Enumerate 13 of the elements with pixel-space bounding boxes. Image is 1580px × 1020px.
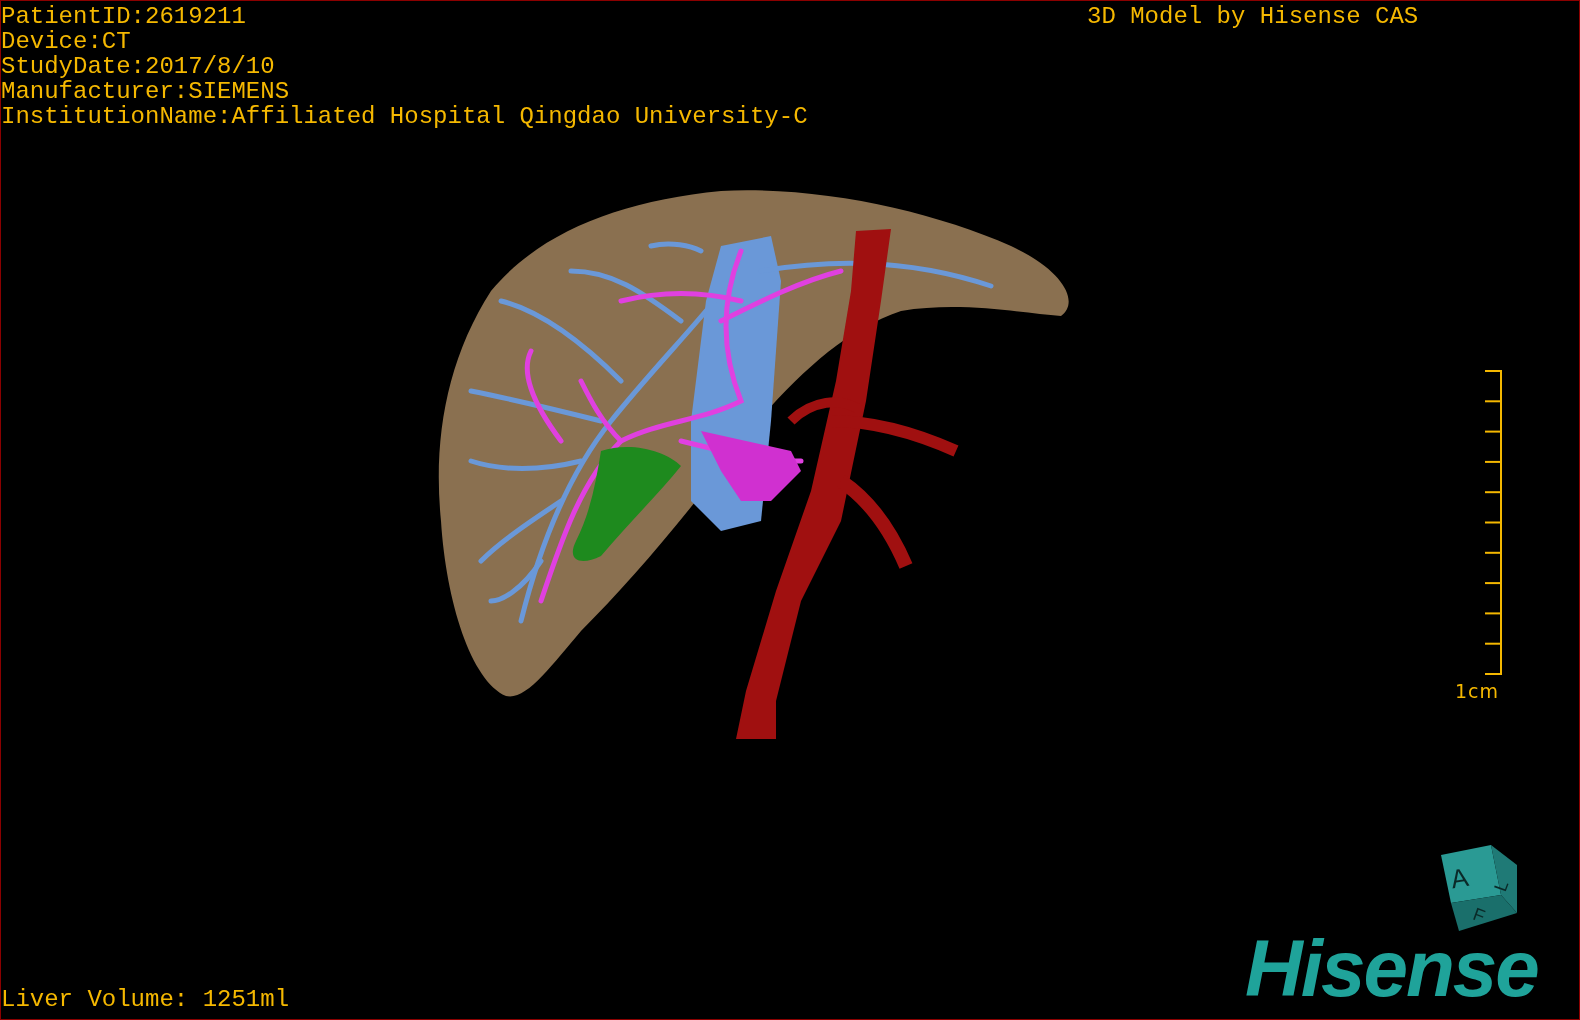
patient-info-line: InstitutionName:Affiliated Hospital Qingdao University-C <box>1 104 808 129</box>
brand-logo: Hisense <box>1245 929 1538 1009</box>
cube-face-label: A <box>1448 861 1471 895</box>
patient-info-line: Device:CT <box>1 29 132 54</box>
render-viewport[interactable]: PatientID:2619211 Device:CT StudyDate:2017/8/10 Manufacturer:SIEMENS InstitutionName:Affiliated Hospital Qingdao University-C 3D Model by Hisense CAS Liver Volume: 1251ml 1cm A L F Hisense <box>0 0 1580 1020</box>
model-credit: 3D Model by Hisense CAS <box>1087 4 1419 29</box>
cube-face-label: L <box>1490 877 1513 895</box>
patient-info-line: StudyDate:2017/8/10 <box>1 54 276 79</box>
cube-face-label: F <box>1470 904 1488 927</box>
patient-info-line: PatientID:2619211 <box>1 4 247 29</box>
scale-label: 1cm <box>1455 681 1500 701</box>
liver-volume: Liver Volume: 1251ml <box>1 987 290 1012</box>
patient-info-line: Manufacturer:SIEMENS <box>1 79 291 104</box>
